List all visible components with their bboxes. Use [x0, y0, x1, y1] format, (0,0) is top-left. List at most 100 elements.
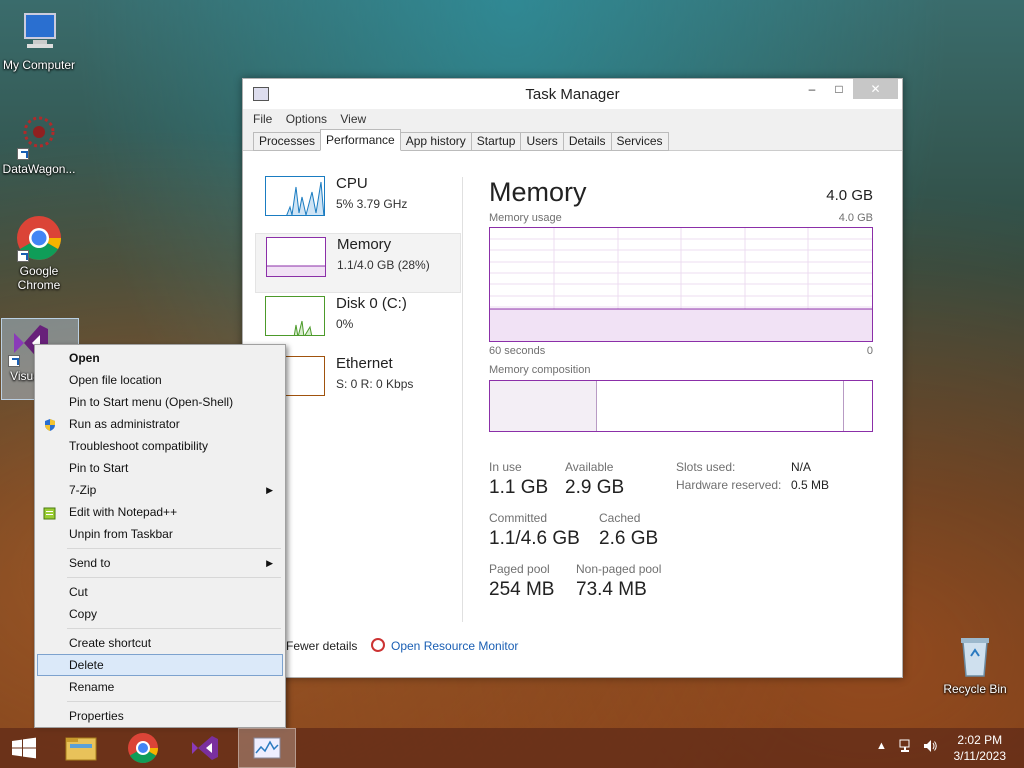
menu-file[interactable]: File: [253, 109, 272, 129]
fewer-details-link[interactable]: Fewer details: [286, 639, 357, 653]
folder-icon: [65, 737, 97, 761]
desktop-icon-label: DataWagon...: [2, 162, 76, 176]
non-paged-pool-value: 73.4 MB: [576, 579, 647, 600]
tab-bar: Processes Performance App history Startu…: [243, 129, 902, 151]
menu-view[interactable]: View: [340, 109, 366, 129]
menu-options[interactable]: Options: [286, 109, 327, 129]
visual-studio-icon: [192, 736, 218, 760]
minimize-button[interactable]: –: [799, 79, 825, 99]
menu-item-7-zip[interactable]: 7-Zip ▶: [37, 479, 283, 501]
context-menu: Open Open file location Pin to Start menu …: [34, 344, 286, 728]
menu-item-create-shortcut[interactable]: Create shortcut: [37, 632, 283, 654]
memory-title: Memory: [489, 177, 587, 207]
disk-mini-graph: [265, 296, 325, 336]
chrome-icon: [15, 214, 63, 262]
menu-separator: [67, 577, 281, 578]
menu-item-open-file-location[interactable]: Open file location: [37, 369, 283, 391]
tab-services[interactable]: Services: [610, 132, 669, 151]
shortcut-arrow-icon: [8, 355, 20, 367]
memory-usage-max: 4.0 GB: [838, 212, 873, 224]
show-hidden-icons-button[interactable]: ▲: [876, 740, 887, 752]
memory-usage-label: Memory usage: [489, 212, 562, 224]
sidebar-item-memory[interactable]: Memory 1.1/4.0 GB (28%): [255, 233, 461, 293]
maximize-button[interactable]: □: [826, 79, 852, 99]
menu-item-label: Unpin from Taskbar: [69, 527, 173, 541]
tab-details[interactable]: Details: [562, 132, 612, 151]
computer-icon: [15, 8, 63, 56]
menu-item-label: Create shortcut: [69, 636, 152, 650]
recycle-bin-icon: [951, 632, 999, 680]
clock[interactable]: 2:02 PM 3/11/2023: [954, 732, 1007, 764]
footer: Fewer details Open Resource Monitor: [243, 634, 902, 660]
sidebar-value-ethernet: S: 0 R: 0 Kbps: [336, 377, 414, 391]
taskbar-task-manager[interactable]: [238, 728, 296, 768]
clock-date: 3/11/2023: [953, 749, 1007, 763]
menu-item-label: Properties: [69, 709, 124, 723]
menu-item-send-to[interactable]: Send to ▶: [37, 552, 283, 574]
menu-item-label: Pin to Start: [69, 461, 129, 475]
desktop-icon-datawagon[interactable]: DataWagon...: [0, 112, 78, 176]
tab-processes[interactable]: Processes: [253, 132, 322, 151]
menu-item-rename[interactable]: Rename: [37, 676, 283, 698]
close-button[interactable]: ✕: [853, 79, 898, 99]
axis-right-label: 0: [866, 345, 873, 357]
paged-pool-value: 254 MB: [489, 579, 555, 600]
desktop-icon-my-computer[interactable]: My Computer: [0, 8, 78, 72]
shortcut-arrow-icon: [17, 250, 29, 262]
menu-item-edit-with-notepad[interactable]: Edit with Notepad++: [37, 501, 283, 523]
tab-performance[interactable]: Performance: [320, 129, 401, 151]
menu-item-properties[interactable]: Properties: [37, 705, 283, 727]
in-use-label: In use: [489, 460, 522, 474]
menu-item-copy[interactable]: Copy: [37, 603, 283, 625]
taskbar-visual-studio[interactable]: [176, 728, 234, 768]
memory-usage-graph: [489, 227, 873, 342]
sidebar-value-memory: 1.1/4.0 GB (28%): [337, 258, 430, 272]
shortcut-arrow-icon: [17, 148, 29, 160]
composition-in-use: [490, 381, 597, 431]
menu-separator: [67, 701, 281, 702]
submenu-arrow-icon: ▶: [266, 558, 273, 568]
sidebar-divider: [462, 177, 463, 622]
menu-separator: [67, 548, 281, 549]
title-bar[interactable]: Task Manager – □ ✕: [243, 79, 902, 109]
tab-users[interactable]: Users: [520, 132, 564, 151]
desktop-icon-google-chrome[interactable]: Google Chrome: [0, 214, 78, 292]
menu-item-label: Troubleshoot compatibility: [69, 439, 208, 453]
menu-item-cut[interactable]: Cut: [37, 581, 283, 603]
sidebar-label-cpu: CPU: [336, 175, 368, 192]
available-label: Available: [565, 460, 614, 474]
menu-item-delete[interactable]: Delete: [37, 654, 283, 676]
cpu-mini-graph: [265, 176, 325, 216]
chrome-icon: [128, 733, 158, 764]
volume-icon[interactable]: [922, 738, 938, 757]
sidebar-label-ethernet: Ethernet: [336, 355, 393, 372]
start-button[interactable]: [0, 728, 58, 768]
menu-item-label: 7-Zip: [69, 483, 97, 497]
non-paged-pool-label: Non-paged pool: [576, 562, 662, 576]
cached-label: Cached: [599, 511, 641, 525]
taskbar-chrome[interactable]: [114, 728, 172, 768]
tab-app-history[interactable]: App history: [399, 132, 472, 151]
cached-value: 2.6 GB: [599, 528, 659, 549]
taskbar-file-explorer[interactable]: [52, 728, 110, 768]
sidebar-item-cpu[interactable]: CPU 5% 3.79 GHz: [255, 173, 461, 233]
menu-item-label: Send to: [69, 556, 111, 570]
shield-icon: [43, 417, 57, 431]
composition-free-divider: [843, 381, 844, 431]
slots-used-value: N/A: [791, 460, 812, 474]
sidebar-value-disk: 0%: [336, 317, 354, 331]
desktop-icon-recycle-bin[interactable]: Recycle Bin: [936, 632, 1014, 696]
tab-startup[interactable]: Startup: [470, 132, 522, 151]
desktop-icon-label: My Computer: [2, 58, 76, 72]
menu-item-pin-to-start[interactable]: Pin to Start: [37, 457, 283, 479]
menu-item-troubleshoot-compatibility[interactable]: Troubleshoot compatibility: [37, 435, 283, 457]
hardware-reserved-value: 0.5 MB: [791, 478, 830, 492]
network-icon[interactable]: [898, 738, 914, 757]
menu-item-label: Delete: [69, 658, 104, 672]
open-resource-monitor-link[interactable]: Open Resource Monitor: [391, 639, 518, 653]
menu-item-open[interactable]: Open: [37, 347, 283, 369]
menu-item-run-as-administrator[interactable]: Run as administrator: [37, 413, 283, 435]
menu-item-pin-to-start-menu-open-shell[interactable]: Pin to Start menu (Open-Shell): [37, 391, 283, 413]
memory-composition-bar: [489, 380, 873, 432]
menu-item-unpin-from-taskbar[interactable]: Unpin from Taskbar: [37, 523, 283, 545]
